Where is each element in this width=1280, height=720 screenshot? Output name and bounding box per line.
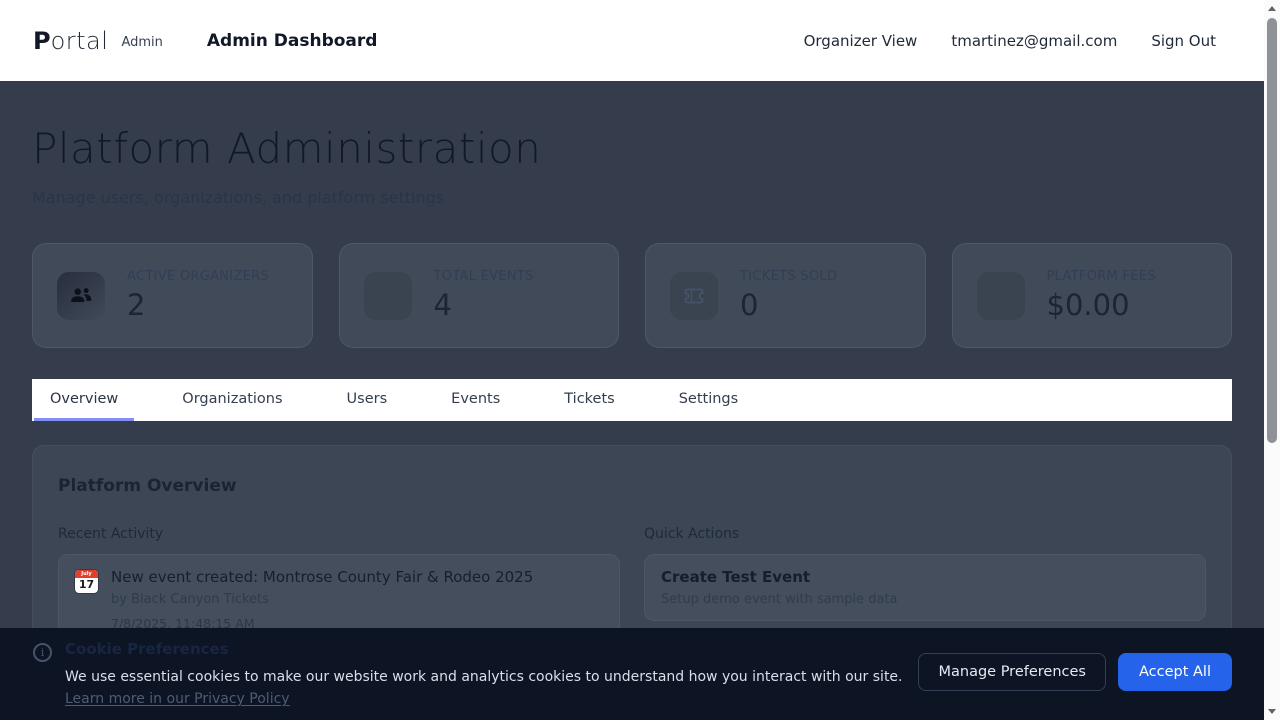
ticket-icon bbox=[670, 272, 718, 320]
manage-preferences-button[interactable]: Manage Preferences bbox=[918, 653, 1106, 691]
action-subtitle: Setup demo event with sample data bbox=[661, 592, 1189, 607]
stat-label: PLATFORM FEES bbox=[1047, 269, 1156, 284]
tab-events[interactable]: Events bbox=[435, 379, 516, 421]
blank-tile-icon bbox=[977, 272, 1025, 320]
calendar-icon: July 17 bbox=[75, 570, 98, 593]
admin-tabbar: Overview Organizations Users Events Tick… bbox=[32, 379, 1232, 421]
action-title: Create Test Event bbox=[661, 568, 1189, 586]
tab-organizations[interactable]: Organizations bbox=[166, 379, 298, 421]
quick-actions-heading: Quick Actions bbox=[644, 526, 1206, 542]
stat-card-tickets-sold: TICKETS SOLD 0 bbox=[645, 243, 926, 348]
stat-label: TOTAL EVENTS bbox=[434, 269, 534, 284]
scroll-down-arrow-icon[interactable] bbox=[1268, 709, 1276, 714]
recent-activity-heading: Recent Activity bbox=[58, 526, 620, 542]
stat-value: 2 bbox=[127, 288, 269, 322]
stat-value: $0.00 bbox=[1047, 288, 1156, 322]
activity-organizer: by Black Canyon Tickets bbox=[111, 592, 533, 607]
tab-settings[interactable]: Settings bbox=[663, 379, 754, 421]
stat-card-total-events: TOTAL EVENTS 4 bbox=[339, 243, 620, 348]
admin-badge: Admin bbox=[121, 35, 162, 50]
stats-row: ACTIVE ORGANIZERS 2 TOTAL EVENTS 4 TICKE… bbox=[32, 243, 1232, 348]
section-title: Platform Overview bbox=[58, 476, 1206, 496]
cookie-banner-heading: Cookie Preferences bbox=[65, 640, 918, 658]
scrollbar-thumb[interactable] bbox=[1267, 18, 1277, 443]
header-title: Admin Dashboard bbox=[207, 31, 378, 51]
stat-label: TICKETS SOLD bbox=[740, 269, 837, 284]
tab-users[interactable]: Users bbox=[331, 379, 404, 421]
stat-card-platform-fees: PLATFORM FEES $0.00 bbox=[952, 243, 1233, 348]
vertical-scrollbar[interactable] bbox=[1264, 0, 1280, 720]
header-nav: Organizer View tmartinez@gmail.com Sign … bbox=[804, 32, 1216, 50]
user-email: tmartinez@gmail.com bbox=[951, 32, 1117, 50]
main-content: Platform Administration Manage users, or… bbox=[0, 81, 1280, 720]
people-icon bbox=[57, 272, 105, 320]
stat-label: ACTIVE ORGANIZERS bbox=[127, 269, 269, 284]
portal-logo[interactable]: Portal bbox=[33, 27, 108, 55]
scroll-up-arrow-icon[interactable] bbox=[1268, 6, 1276, 11]
stat-value: 0 bbox=[740, 288, 837, 322]
info-icon: i bbox=[33, 643, 52, 662]
cookie-consent-banner: i Cookie Preferences We use essential co… bbox=[0, 628, 1280, 720]
page-title: Platform Administration bbox=[32, 124, 1232, 173]
activity-title: New event created: Montrose County Fair … bbox=[111, 568, 533, 586]
tab-tickets[interactable]: Tickets bbox=[548, 379, 630, 421]
page-subtitle: Manage users, organizations, and platfor… bbox=[32, 188, 1232, 207]
tab-overview[interactable]: Overview bbox=[34, 379, 134, 421]
organizer-view-link[interactable]: Organizer View bbox=[804, 32, 918, 50]
stat-value: 4 bbox=[434, 288, 534, 322]
top-header: Portal Admin Admin Dashboard Organizer V… bbox=[0, 0, 1264, 81]
blank-tile-icon bbox=[364, 272, 412, 320]
create-test-event-button[interactable]: Create Test Event Setup demo event with … bbox=[644, 554, 1206, 621]
stat-card-active-organizers: ACTIVE ORGANIZERS 2 bbox=[32, 243, 313, 348]
cookie-banner-message: We use essential cookies to make our web… bbox=[65, 666, 918, 711]
privacy-policy-link[interactable]: Learn more in our Privacy Policy bbox=[65, 691, 290, 707]
accept-all-button[interactable]: Accept All bbox=[1118, 653, 1232, 691]
sign-out-link[interactable]: Sign Out bbox=[1151, 32, 1216, 50]
